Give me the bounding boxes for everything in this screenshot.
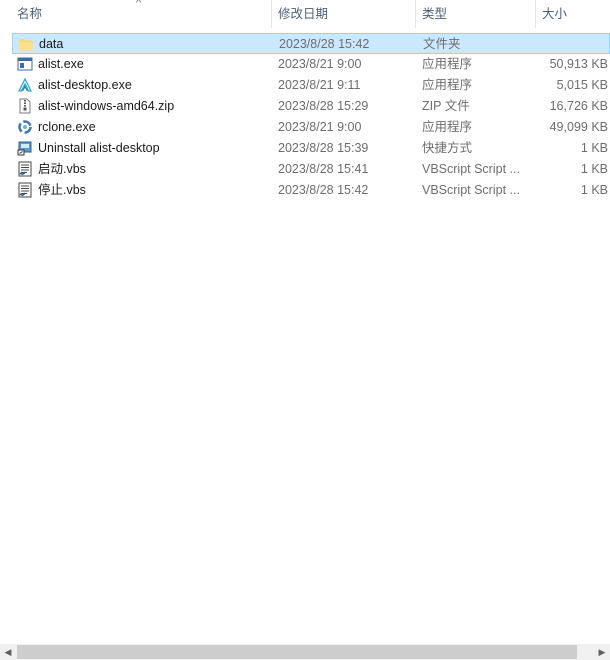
- vbs-script-icon: [18, 182, 32, 198]
- file-type: 文件夹: [423, 37, 461, 51]
- file-name: alist-desktop.exe: [38, 78, 132, 92]
- folder-icon: [19, 39, 33, 51]
- column-header-bar: ^ 名称 修改日期 类型 大小: [0, 0, 610, 28]
- file-size: 49,099 KB: [549, 120, 608, 134]
- file-name: 启动.vbs: [38, 162, 86, 176]
- file-name: alist-windows-amd64.zip: [38, 99, 175, 113]
- file-row-data[interactable]: data 2023/8/28 15:42 文件夹: [12, 33, 610, 54]
- exe-window-icon: [17, 57, 33, 71]
- scroll-right-icon[interactable]: ▶: [594, 644, 610, 660]
- file-row-alist-desktop-exe[interactable]: alist-desktop.exe 2023/8/21 9:11 应用程序 5,…: [12, 75, 610, 96]
- file-name: data: [39, 37, 64, 51]
- column-divider[interactable]: [415, 0, 416, 28]
- file-row-alist-windows-zip[interactable]: alist-windows-amd64.zip 2023/8/28 15:29 …: [12, 96, 610, 117]
- file-size: 1 KB: [580, 183, 608, 197]
- scrollbar-thumb[interactable]: [17, 645, 577, 659]
- file-name: alist.exe: [38, 57, 84, 71]
- sort-ascending-icon: ^: [136, 0, 142, 9]
- file-date: 2023/8/21 9:00: [278, 120, 362, 134]
- alist-logo-icon: [17, 77, 33, 92]
- file-row-alist-exe[interactable]: alist.exe 2023/8/21 9:00 应用程序 50,913 KB: [12, 54, 610, 75]
- rclone-logo-icon: [18, 120, 32, 134]
- column-header-date[interactable]: 修改日期: [278, 0, 328, 28]
- file-row-rclone-exe[interactable]: rclone.exe 2023/8/21 9:00 应用程序 49,099 KB: [12, 117, 610, 138]
- file-name: rclone.exe: [38, 120, 96, 134]
- column-header-size[interactable]: 大小: [542, 0, 567, 28]
- file-name: 停止.vbs: [38, 183, 86, 197]
- file-type: 应用程序: [422, 78, 473, 92]
- file-date: 2023/8/28 15:29: [278, 99, 369, 113]
- zip-file-icon: [19, 98, 31, 114]
- file-size: 5,015 KB: [556, 78, 608, 92]
- horizontal-scrollbar[interactable]: ◀ ▶: [0, 644, 610, 660]
- file-row-start-vbs[interactable]: 启动.vbs 2023/8/28 15:41 VBScript Script .…: [12, 159, 610, 180]
- column-divider[interactable]: [271, 0, 272, 28]
- file-size: 1 KB: [580, 162, 608, 176]
- file-date: 2023/8/21 9:11: [278, 78, 361, 92]
- file-date: 2023/8/28 15:39: [278, 141, 369, 155]
- file-date: 2023/8/21 9:00: [278, 57, 362, 71]
- file-type: 快捷方式: [422, 141, 473, 155]
- uninstall-shortcut-icon: [17, 141, 32, 156]
- file-size: 16,726 KB: [549, 99, 608, 113]
- file-row-stop-vbs[interactable]: 停止.vbs 2023/8/28 15:42 VBScript Script .…: [12, 180, 610, 201]
- column-divider[interactable]: [535, 0, 536, 28]
- file-type: VBScript Script ...: [422, 183, 520, 197]
- file-date: 2023/8/28 15:42: [278, 183, 369, 197]
- scroll-left-icon[interactable]: ◀: [0, 644, 16, 660]
- file-date: 2023/8/28 15:41: [278, 162, 369, 176]
- file-type: 应用程序: [422, 57, 473, 71]
- column-header-type[interactable]: 类型: [422, 0, 447, 28]
- file-type: VBScript Script ...: [422, 162, 520, 176]
- vbs-script-icon: [18, 161, 32, 177]
- file-date: 2023/8/28 15:42: [279, 37, 370, 51]
- file-row-uninstall-shortcut[interactable]: Uninstall alist-desktop 2023/8/28 15:39 …: [12, 138, 610, 159]
- file-size: 50,913 KB: [549, 57, 608, 71]
- file-type: 应用程序: [422, 120, 473, 134]
- column-header-name[interactable]: 名称: [17, 0, 42, 28]
- file-size: 1 KB: [580, 141, 608, 155]
- file-name: Uninstall alist-desktop: [38, 141, 160, 155]
- file-type: ZIP 文件: [422, 99, 470, 113]
